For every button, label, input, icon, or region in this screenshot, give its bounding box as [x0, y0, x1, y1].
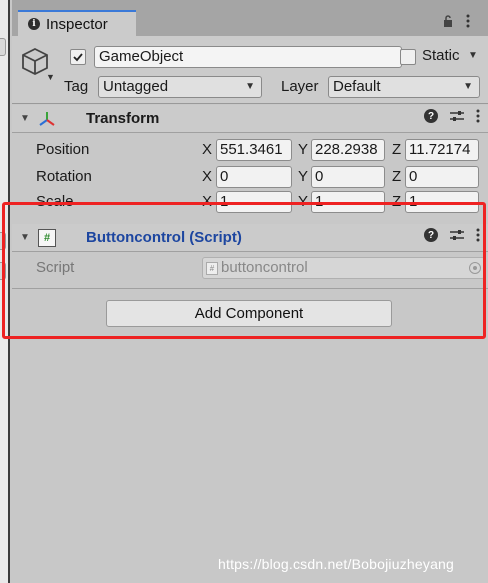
rotation-row: Rotation X 0 Y 0 Z 0	[12, 165, 488, 189]
scale-label: Scale	[36, 193, 74, 210]
gameobject-header: ▼ GameObject Static ▼ Tag Untagged ▼ Lay…	[12, 36, 488, 104]
axis-x-label[interactable]: X	[202, 193, 212, 210]
rotation-label: Rotation	[36, 168, 92, 185]
kebab-menu-icon[interactable]	[476, 228, 480, 242]
script-hash-icon: #	[206, 262, 218, 275]
script-value: buttoncontrol	[221, 259, 308, 276]
tab-bar: i Inspector	[12, 0, 488, 36]
axis-y-label[interactable]: Y	[298, 193, 308, 210]
scale-y-field[interactable]: 1	[311, 191, 385, 213]
transform-header[interactable]: ▼ Transform ?	[12, 105, 488, 133]
script-component-title: Buttoncontrol (Script)	[86, 229, 242, 246]
tab-label: Inspector	[46, 15, 108, 33]
script-component-header[interactable]: ▼ # Buttoncontrol (Script) ?	[12, 224, 488, 252]
rotation-x-field[interactable]: 0	[216, 166, 292, 188]
script-object-field[interactable]: # buttoncontrol	[202, 257, 485, 279]
left-panel-edge	[0, 0, 10, 583]
scale-row: Scale X 1 Y 1 Z 1	[12, 190, 488, 214]
left-panel-stub	[0, 262, 6, 280]
lock-icon[interactable]	[442, 14, 454, 31]
position-x-field[interactable]: 551.3461	[216, 139, 292, 161]
axis-z-label[interactable]: Z	[392, 168, 401, 185]
script-hash-icon: #	[38, 229, 56, 247]
static-checkbox[interactable]	[400, 49, 416, 65]
axis-z-label[interactable]: Z	[392, 141, 401, 158]
chevron-down-icon: ▼	[463, 81, 473, 92]
name-input[interactable]: GameObject	[94, 46, 402, 68]
menu-icon[interactable]	[466, 14, 470, 31]
axis-x-label[interactable]: X	[202, 168, 212, 185]
object-picker-icon[interactable]	[469, 262, 481, 274]
chevron-down-icon[interactable]: ▼	[46, 72, 55, 82]
position-label: Position	[36, 141, 90, 158]
tag-dropdown[interactable]: Untagged ▼	[98, 76, 262, 98]
axis-z-label[interactable]: Z	[392, 193, 401, 210]
foldout-arrow-icon[interactable]: ▼	[20, 232, 30, 243]
layer-value: Default	[333, 78, 381, 95]
component-tools: ?	[424, 228, 480, 242]
inspector-panel: i Inspector ▼ GameObject Static ▼ Tag Un…	[12, 0, 488, 583]
info-icon: i	[28, 18, 40, 30]
transform-axes-icon	[39, 112, 55, 126]
tab-inspector[interactable]: i Inspector	[18, 10, 136, 36]
help-icon[interactable]: ?	[424, 228, 438, 242]
tag-value: Untagged	[103, 78, 169, 95]
script-row: Script # buttoncontrol	[12, 256, 488, 280]
help-icon[interactable]: ?	[424, 109, 438, 123]
axis-y-label[interactable]: Y	[298, 168, 308, 185]
left-panel-stub	[0, 38, 6, 56]
kebab-menu-icon[interactable]	[476, 109, 480, 123]
transform-title: Transform	[86, 110, 160, 127]
chevron-down-icon: ▼	[245, 81, 255, 92]
layer-label: Layer	[281, 78, 319, 95]
tab-tools	[442, 14, 470, 31]
watermark: https://blog.csdn.net/Bobojiuzheyang	[218, 556, 455, 572]
rotation-y-field[interactable]: 0	[311, 166, 385, 188]
preset-sliders-icon[interactable]	[450, 229, 464, 241]
tag-label: Tag	[64, 78, 89, 95]
preset-sliders-icon[interactable]	[450, 110, 464, 122]
script-label: Script	[36, 259, 75, 276]
position-z-field[interactable]: 11.72174	[405, 139, 479, 161]
foldout-arrow-icon[interactable]: ▼	[20, 113, 30, 124]
axis-x-label[interactable]: X	[202, 141, 212, 158]
active-checkbox[interactable]	[70, 49, 86, 65]
static-label: Static	[422, 47, 460, 64]
rotation-z-field[interactable]: 0	[405, 166, 479, 188]
scale-x-field[interactable]: 1	[216, 191, 292, 213]
axis-y-label[interactable]: Y	[298, 141, 308, 158]
checkmark-icon	[73, 53, 83, 62]
scale-z-field[interactable]: 1	[405, 191, 479, 213]
left-panel-stub	[0, 232, 6, 250]
component-tools: ?	[424, 109, 480, 123]
static-dropdown-arrow[interactable]: ▼	[468, 50, 478, 61]
divider	[12, 288, 488, 289]
position-y-field[interactable]: 228.2938	[311, 139, 385, 161]
layer-dropdown[interactable]: Default ▼	[328, 76, 480, 98]
position-row: Position X 551.3461 Y 228.2938 Z 11.7217…	[12, 138, 488, 162]
add-component-button[interactable]: Add Component	[106, 300, 392, 327]
